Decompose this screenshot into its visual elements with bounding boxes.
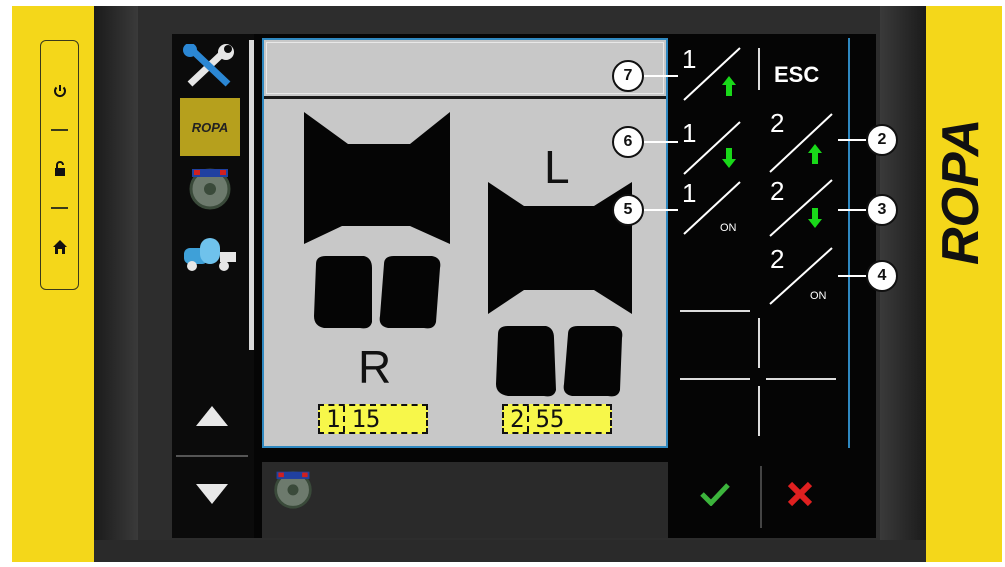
bottom-bezel xyxy=(94,540,926,562)
steering-wheel-icon[interactable] xyxy=(184,165,236,211)
divider xyxy=(176,455,248,457)
callout-6: 6 xyxy=(612,126,644,158)
home-button[interactable] xyxy=(41,217,78,277)
grid-divider xyxy=(758,386,760,436)
check-icon xyxy=(700,483,730,506)
power-button[interactable] xyxy=(41,61,78,121)
callout-7: 7 xyxy=(612,60,644,92)
callout-lines xyxy=(644,75,866,277)
right-readout-index: 2 xyxy=(510,405,525,433)
scroll-up-button[interactable] xyxy=(194,404,230,428)
power-icon xyxy=(53,85,66,97)
hardware-button-strip xyxy=(40,40,79,290)
left-readout-value: 15 xyxy=(351,405,381,433)
grid-divider xyxy=(758,318,760,368)
left-readout-index: 1 xyxy=(326,405,341,433)
bottom-bar xyxy=(262,462,668,538)
brand-text: ROPA xyxy=(940,119,990,265)
unlock-icon xyxy=(54,161,65,176)
divider xyxy=(760,466,762,528)
side-label-right: R xyxy=(358,341,392,393)
grid-divider xyxy=(680,378,750,380)
ropa-brand-logo: ROPA xyxy=(940,119,990,265)
callout-4: 4 xyxy=(866,260,898,292)
sidebar-item-ropa[interactable]: ROPA xyxy=(180,98,240,156)
divider xyxy=(51,207,68,209)
callout-2: 2 xyxy=(866,124,898,156)
tools-icon[interactable] xyxy=(180,44,240,90)
confirm-button[interactable] xyxy=(700,482,730,506)
right-readout-value: 55 xyxy=(535,405,565,433)
readout-separator xyxy=(527,406,530,432)
home-icon xyxy=(52,240,67,254)
grid-divider xyxy=(766,378,836,380)
close-icon xyxy=(787,481,813,507)
readout-separator xyxy=(343,406,346,432)
ropa-logo: ROPA xyxy=(191,119,229,135)
tank-vehicle-icon[interactable] xyxy=(180,230,240,274)
unlock-button[interactable] xyxy=(41,139,78,199)
triangle-down-icon xyxy=(196,484,228,504)
callout-3: 3 xyxy=(866,194,898,226)
triangle-up-icon xyxy=(196,406,228,426)
scroll-down-button[interactable] xyxy=(194,482,230,506)
left-side-diagram xyxy=(304,112,450,329)
right-readout: 2 55 xyxy=(502,404,612,434)
steering-wheel-icon[interactable] xyxy=(268,468,318,510)
sidebar-scrollbar[interactable] xyxy=(249,40,254,350)
divider xyxy=(51,129,68,131)
callout-5: 5 xyxy=(612,194,644,226)
cancel-button[interactable] xyxy=(786,480,814,508)
left-readout: 1 15 xyxy=(318,404,428,434)
left-bezel xyxy=(94,6,138,562)
grid-divider xyxy=(680,310,750,312)
side-label-left: L xyxy=(544,141,570,193)
